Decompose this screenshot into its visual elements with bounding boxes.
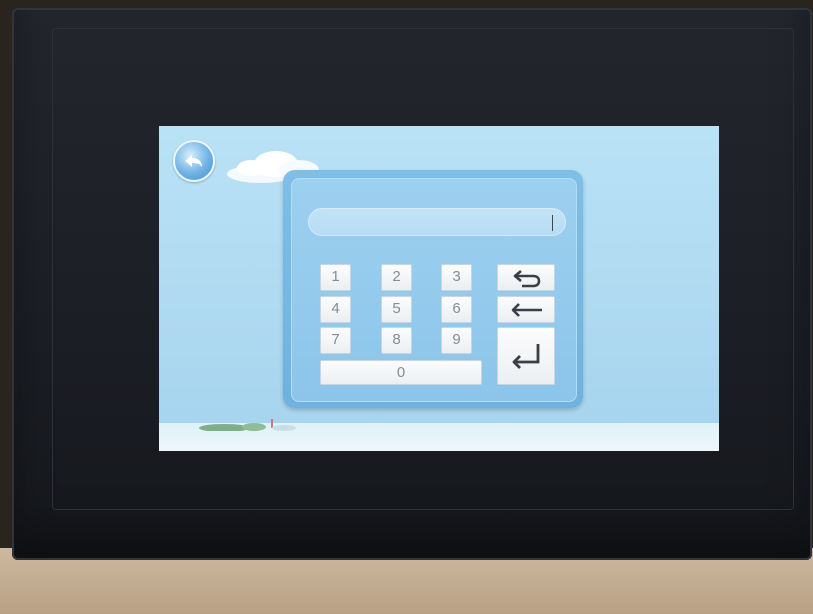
left-arrow-icon	[511, 303, 542, 317]
key-3[interactable]: 3	[441, 264, 472, 291]
key-9[interactable]: 9	[441, 327, 472, 354]
key-8[interactable]: 8	[381, 327, 412, 354]
key-1[interactable]: 1	[320, 264, 351, 291]
landscape-decoration	[199, 419, 296, 431]
enter-arrow-icon	[512, 344, 540, 369]
touch-screen: 1 2 3 4 5 6 7 8 9 0	[159, 126, 719, 451]
key-2[interactable]: 2	[381, 264, 412, 291]
back-button[interactable]	[173, 140, 215, 182]
enter-key[interactable]	[497, 327, 555, 385]
key-0[interactable]: 0	[320, 360, 482, 385]
pin-input[interactable]	[308, 208, 566, 236]
key-5[interactable]: 5	[381, 296, 412, 323]
backspace-key[interactable]	[497, 296, 555, 323]
back-arrow-icon	[185, 155, 202, 167]
key-4[interactable]: 4	[320, 296, 351, 323]
text-cursor	[552, 215, 553, 231]
key-7[interactable]: 7	[320, 327, 351, 354]
pin-entry-dialog: 1 2 3 4 5 6 7 8 9 0	[283, 170, 583, 408]
return-arrow-icon	[513, 270, 541, 288]
pin-entry-panel: 1 2 3 4 5 6 7 8 9 0	[291, 178, 577, 402]
key-6[interactable]: 6	[441, 296, 472, 323]
cancel-key[interactable]	[497, 264, 555, 291]
